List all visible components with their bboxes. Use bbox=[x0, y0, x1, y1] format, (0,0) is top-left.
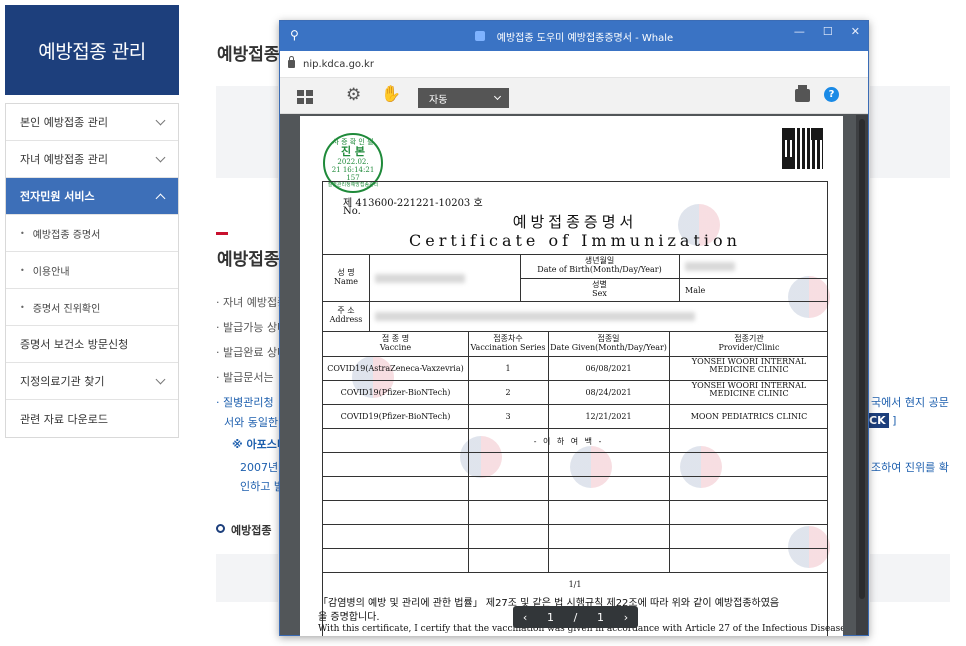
chevron-down-icon bbox=[493, 92, 502, 101]
sidebar-subitem-guide[interactable]: • 이용안내 bbox=[6, 252, 178, 289]
redacted-dob bbox=[685, 262, 735, 271]
info-line: · 발급문서는 bbox=[216, 371, 274, 384]
page-navigator: ‹ 1 / 1 › bbox=[513, 606, 638, 628]
sidebar-item-label: 본인 예방접종 관리 bbox=[20, 116, 108, 129]
sidebar-item-find-clinic[interactable]: 지정의료기관 찾기 bbox=[6, 363, 178, 400]
info-line: · 발급가능 상태 bbox=[216, 321, 288, 334]
col-header-provider: 접종기관 Provider/Clinic bbox=[718, 334, 780, 353]
total-pages: 1 bbox=[597, 610, 605, 624]
thumbnails-icon[interactable] bbox=[297, 90, 313, 104]
sidebar-item-visit-request[interactable]: 증명서 보건소 방문신청 bbox=[6, 326, 178, 363]
info-line-right: 조하여 진위를 확 bbox=[871, 461, 949, 474]
page-separator: / bbox=[573, 610, 578, 624]
info-panel bbox=[216, 86, 278, 178]
sidebar-header: 예방접종 관리 bbox=[5, 5, 179, 95]
info-line: · 발급완료 상태 bbox=[216, 346, 288, 359]
info-line-blue: 서와 동일한 bbox=[224, 416, 279, 429]
chevron-down-icon bbox=[155, 374, 166, 384]
page-indicator-text: 1/1 bbox=[568, 580, 582, 589]
whale-browser-icon bbox=[474, 31, 485, 41]
sidebar-item-label: 증명서 보건소 방문신청 bbox=[20, 338, 129, 351]
sidebar-item-label: 관련 자료 다운로드 bbox=[20, 412, 108, 426]
section-title: 예방접종 bbox=[217, 250, 280, 270]
sidebar-subitem-label: 이용안내 bbox=[32, 266, 70, 278]
apostille-line: 인하고 발 bbox=[240, 480, 284, 493]
certificate-title-ko: 예방접종증명서 bbox=[512, 213, 638, 231]
info-line: · 자녀 예방접종 bbox=[216, 296, 288, 309]
popup-window[interactable]: ⚲ 예방접종 도우미 예방접종증명서 - Whale — ☐ ✕ nip.kdc… bbox=[279, 20, 869, 636]
redacted-name bbox=[375, 274, 465, 283]
minimize-icon[interactable]: — bbox=[794, 25, 805, 38]
print-icon[interactable] bbox=[795, 85, 810, 102]
address-bar[interactable]: nip.kdca.go.kr bbox=[280, 51, 868, 78]
maximize-icon[interactable]: ☐ bbox=[823, 25, 833, 38]
sidebar-item-my-vaccination[interactable]: 본인 예방접종 관리 bbox=[6, 104, 178, 141]
certificate-title-en: Certificate of Immunization bbox=[409, 231, 741, 250]
bullet-icon: • bbox=[20, 265, 25, 275]
qr-code bbox=[782, 128, 823, 169]
info-panel bbox=[216, 554, 278, 602]
dob-label: 생년월일 Date of Birth(Month/Day/Year) bbox=[537, 256, 662, 275]
info-panel bbox=[870, 86, 950, 178]
zoom-select[interactable]: 자동 bbox=[418, 88, 509, 108]
info-line-blue: · 질병관리청 bbox=[216, 396, 274, 409]
scrollbar[interactable] bbox=[856, 115, 868, 635]
sidebar-menu: 본인 예방접종 관리 자녀 예방접종 관리 전자민원 서비스 • 예방접종 증명… bbox=[5, 103, 179, 438]
sidebar-subitem-certificate[interactable]: • 예방접종 증명서 bbox=[6, 215, 178, 252]
sidebar-item-e-civil-service[interactable]: 전자민원 서비스 bbox=[6, 178, 178, 215]
help-icon[interactable]: ? bbox=[824, 87, 839, 102]
sidebar-item-downloads[interactable]: 관련 자료 다운로드 bbox=[6, 400, 178, 437]
close-icon[interactable]: ✕ bbox=[851, 25, 860, 38]
sex-value: Male bbox=[685, 286, 706, 295]
hand-tool-icon[interactable]: ✋ bbox=[381, 84, 401, 103]
sidebar-item-label: 전자민원 서비스 bbox=[20, 190, 95, 203]
sidebar-item-label: 자녀 예방접종 관리 bbox=[20, 153, 108, 166]
chevron-down-icon bbox=[155, 115, 166, 125]
bullet-icon: • bbox=[20, 302, 25, 312]
zoom-value: 자동 bbox=[429, 94, 448, 106]
certificate-frame: 제 413600-221221-10203 호 No. 예방접종증명서 Cert… bbox=[322, 181, 828, 636]
chevron-down-icon bbox=[155, 152, 166, 162]
info-panel bbox=[870, 554, 950, 602]
scrollbar-thumb[interactable] bbox=[859, 119, 865, 599]
lock-icon bbox=[288, 56, 295, 68]
section-marker bbox=[216, 232, 228, 235]
pdf-viewer[interactable]: 사 증 확 인 필 진 본 2022.02. 21 16:14:21 157 질… bbox=[280, 115, 868, 636]
check-link[interactable]: CK ] bbox=[866, 413, 896, 428]
blank-marker: - 이 하 여 백 - bbox=[533, 437, 604, 446]
sidebar-subitem-verify[interactable]: • 증명서 진위확인 bbox=[6, 289, 178, 326]
sidebar-subitem-label: 증명서 진위확인 bbox=[32, 303, 101, 315]
col-header-series: 접종차수 Vaccination Series bbox=[470, 334, 546, 353]
address-label: 주 소 Address bbox=[329, 306, 363, 325]
circle-bullet-icon bbox=[216, 524, 225, 533]
col-header-vaccine: 접 종 명 Vaccine bbox=[379, 334, 412, 353]
info-line-right: 국에서 현지 공문 bbox=[871, 396, 949, 409]
sidebar-item-child-vaccination[interactable]: 자녀 예방접종 관리 bbox=[6, 141, 178, 178]
window-titlebar[interactable]: ⚲ 예방접종 도우미 예방접종증명서 - Whale — ☐ ✕ bbox=[280, 21, 868, 51]
current-page[interactable]: 1 bbox=[547, 611, 554, 624]
sidebar-subitem-label: 예방접종 증명서 bbox=[32, 229, 101, 241]
legal-statement-cont: 을 증명합니다. bbox=[318, 612, 380, 623]
certificate-number: 제 413600-221221-10203 호 bbox=[343, 198, 483, 209]
col-header-date: 접종일 Date Given(Month/Day/Year) bbox=[550, 334, 667, 353]
chevron-right-icon[interactable]: › bbox=[624, 611, 628, 624]
app-root: 예방접종 관리 본인 예방접종 관리 자녀 예방접종 관리 전자민원 서비스 •… bbox=[0, 0, 966, 646]
pdf-toolbar: ⚙ ✋ 자동 ? bbox=[280, 78, 868, 114]
sidebar-title: 예방접종 관리 bbox=[38, 40, 146, 63]
chevron-left-icon[interactable]: ‹ bbox=[523, 611, 527, 624]
window-title: 예방접종 도우미 예방접종증명서 - Whale bbox=[496, 32, 674, 44]
sidebar-item-label: 지정의료기관 찾기 bbox=[20, 375, 105, 388]
url-text: nip.kdca.go.kr bbox=[303, 58, 374, 70]
pdf-page: 사 증 확 인 필 진 본 2022.02. 21 16:14:21 157 질… bbox=[300, 116, 843, 636]
section-title: 예방접종 bbox=[231, 524, 272, 537]
gear-icon[interactable]: ⚙ bbox=[346, 85, 361, 105]
bullet-icon: • bbox=[20, 228, 25, 238]
sex-label: 성별 Sex bbox=[592, 280, 607, 299]
name-label: 성 명 Name bbox=[333, 268, 359, 287]
redacted-address bbox=[375, 312, 695, 321]
page-title: 예방접종 bbox=[217, 45, 280, 65]
check-badge: CK bbox=[866, 413, 889, 428]
chevron-up-icon bbox=[155, 193, 166, 203]
